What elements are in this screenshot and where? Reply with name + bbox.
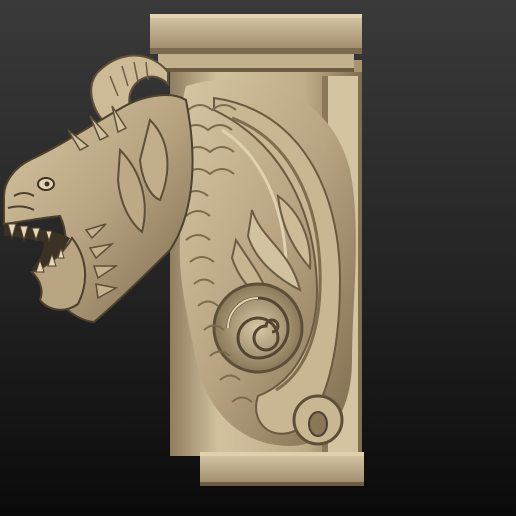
corbel-body	[179, 79, 356, 446]
sculpture-render	[0, 0, 516, 516]
bottom-base	[200, 452, 364, 486]
scroll-spiral	[212, 282, 304, 374]
top-cap	[150, 14, 362, 72]
render-viewport	[0, 0, 516, 516]
lower-scroll	[292, 394, 344, 446]
